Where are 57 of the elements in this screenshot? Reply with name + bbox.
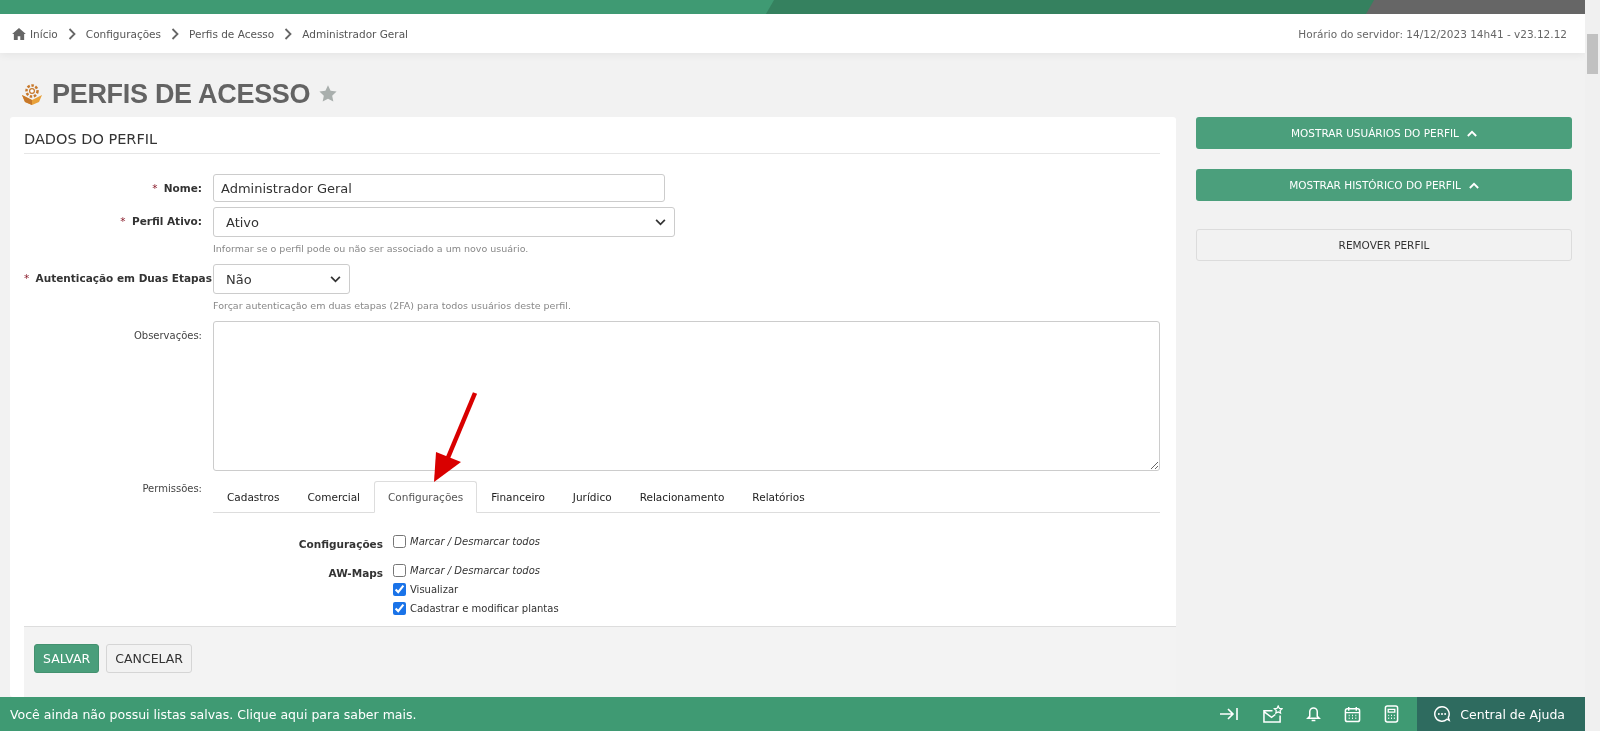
help-center-button[interactable]: Central de Ajuda: [1417, 697, 1585, 731]
calculator-icon[interactable]: [1384, 705, 1400, 723]
permission-label: Cadastrar e modificar plantas: [410, 603, 559, 614]
checkbox[interactable]: [393, 602, 406, 615]
checkbox[interactable]: [393, 535, 406, 548]
group-title: AW-Maps: [327, 566, 383, 581]
permission-tab[interactable]: Configurações: [374, 481, 478, 513]
permission-tab[interactable]: Financeiro: [477, 481, 559, 513]
select-all-label: Marcar / Desmarcar todos: [410, 536, 540, 547]
required-mark: *: [120, 215, 126, 227]
cancel-button[interactable]: CANCELAR: [106, 644, 193, 673]
permission-label: Visualizar: [410, 584, 459, 595]
permission-tab[interactable]: Relatórios: [738, 481, 819, 513]
breadcrumb-link[interactable]: Configurações: [85, 27, 162, 40]
envelope-star-icon[interactable]: [1262, 704, 1284, 724]
permission-tab[interactable]: Cadastros: [213, 481, 294, 513]
name-field[interactable]: Administrador Geral: [213, 174, 665, 202]
collapse-icon[interactable]: [1219, 706, 1240, 722]
home-icon[interactable]: [12, 27, 26, 40]
chevron-down-icon: [655, 218, 666, 226]
field-label: Autenticação em Duas Etapas: [35, 272, 212, 284]
page-title: PERFIS DE ACESSO: [52, 78, 311, 110]
field-hint: Forçar autenticação em duas etapas (2FA) para todos usuários deste perfil.: [213, 299, 572, 313]
chat-icon: [1433, 705, 1452, 723]
field-hint: Informar se o perfil pode ou não ser associado a um novo usuário.: [213, 242, 530, 256]
chevron-up-icon: [1468, 181, 1479, 189]
server-time: Horário do servidor: 14/12/2023 14h41 - v23.12.12: [1298, 27, 1567, 40]
required-mark: *: [24, 272, 30, 284]
field-label: Observações:: [133, 330, 202, 341]
breadcrumb-link[interactable]: Perfis de Acesso: [189, 27, 275, 40]
chevron-icon: [284, 27, 293, 40]
remove-button[interactable]: REMOVER PERFIL: [1196, 229, 1572, 261]
required-mark: *: [152, 182, 158, 194]
notes-field[interactable]: [213, 321, 1160, 471]
field-label: Permissões:: [142, 483, 202, 494]
chevron-icon: [67, 27, 76, 40]
select-field[interactable]: Ativo: [213, 207, 675, 237]
breadcrumb-link[interactable]: Início: [30, 27, 58, 40]
permission-tab[interactable]: Jurídico: [558, 481, 626, 513]
permission-tab[interactable]: Relacionamento: [625, 481, 739, 513]
chevron-up-icon: [1466, 129, 1477, 137]
checkbox[interactable]: [393, 583, 406, 596]
calendar-icon[interactable]: [1344, 705, 1362, 723]
breadcrumb-link[interactable]: Administrador Geral: [302, 27, 408, 40]
select-field[interactable]: Não: [213, 264, 350, 294]
section-heading: DADOS DO PERFIL: [24, 131, 1160, 154]
field-label: Perfil Ativo:: [131, 215, 202, 227]
chevron-icon: [171, 27, 180, 40]
checkbox[interactable]: [393, 564, 406, 577]
field-label: Nome:: [163, 182, 202, 194]
bell-icon[interactable]: [1306, 705, 1322, 723]
chevron-down-icon: [330, 275, 341, 283]
group-title: Configurações: [297, 537, 383, 550]
permission-tab[interactable]: Comercial: [293, 481, 374, 513]
select-all-label: Marcar / Desmarcar todos: [410, 565, 540, 576]
gear-box-icon: [20, 83, 44, 105]
star-icon[interactable]: [318, 84, 339, 104]
